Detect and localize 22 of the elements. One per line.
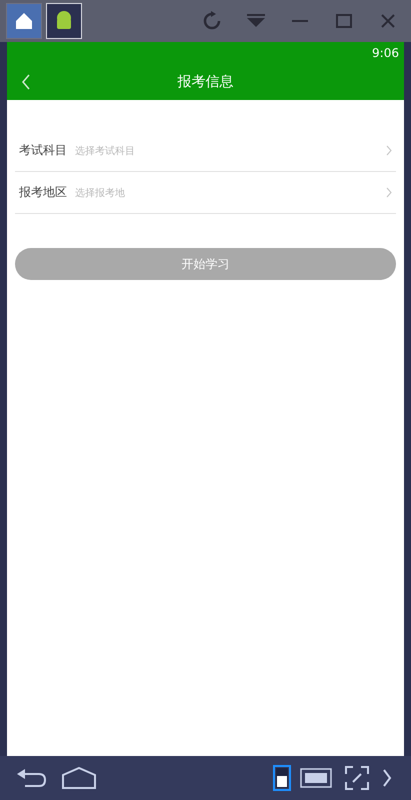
field-label: 考试科目	[19, 142, 67, 159]
chevron-right-icon	[382, 768, 392, 788]
keyboard-icon	[300, 768, 332, 788]
home-icon	[61, 767, 97, 789]
minimize-icon	[292, 19, 308, 23]
status-time: 9:06	[372, 46, 399, 60]
fullscreen-icon	[344, 765, 370, 791]
chevron-left-icon	[21, 74, 31, 90]
maximize-icon	[336, 14, 352, 28]
circle-arrow-icon	[201, 10, 223, 32]
close-icon	[380, 13, 396, 29]
chevron-right-icon	[386, 187, 392, 198]
chevron-right-icon	[386, 145, 392, 156]
emulator-tab[interactable]	[6, 3, 42, 39]
field-placeholder: 选择考试科目	[75, 144, 136, 158]
field-placeholder: 选择报考地	[75, 186, 126, 200]
triangle-down-icon	[247, 14, 265, 28]
house-icon	[13, 10, 35, 32]
page-title: 报考信息	[178, 73, 234, 91]
field-label: 报考地区	[19, 184, 67, 201]
phone-icon	[276, 768, 288, 788]
portrait-button[interactable]	[273, 765, 291, 791]
